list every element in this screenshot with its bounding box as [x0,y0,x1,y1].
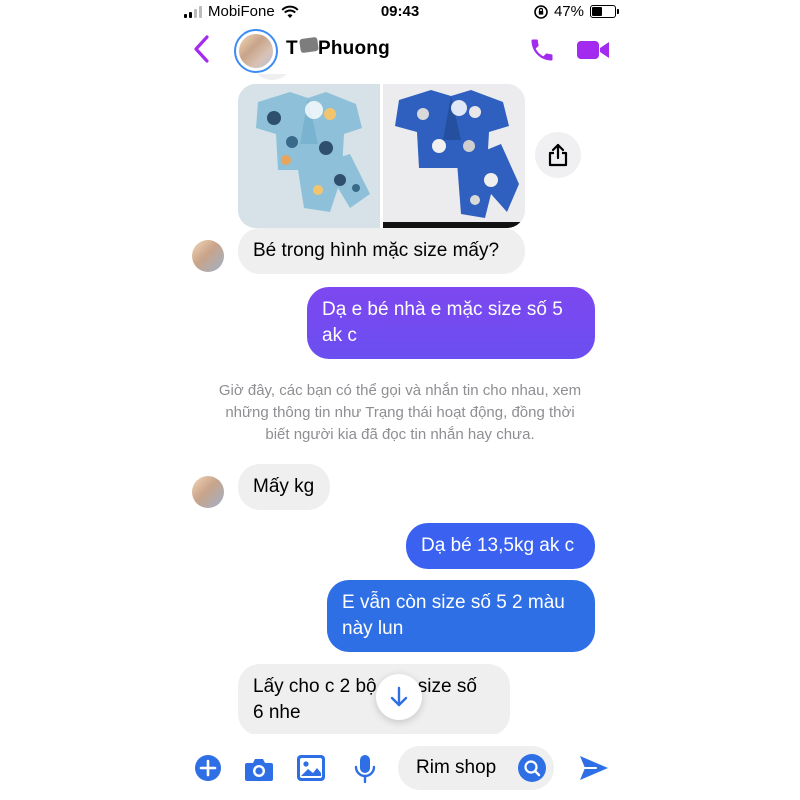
chevron-left-icon[interactable] [192,34,212,64]
message-text-line-2: ak c [322,325,357,346]
status-right: 47% [534,3,619,20]
message-bubble-outgoing[interactable]: E vẫn còn size số 5 2 màu này lun [327,580,595,652]
photo-light-blue-pajama[interactable] [238,84,380,228]
camera-icon[interactable] [244,756,274,782]
redaction-mark [299,36,319,54]
message-text-line-2: 6 nhe [253,702,301,723]
battery-icon [590,5,619,18]
system-notice: Giờ đây, các bạn có thể gọi và nhắn tin … [198,380,602,446]
contact-avatar-small [192,476,224,508]
scroll-to-bottom-button[interactable] [376,674,422,720]
system-notice-line-3: biết người kia đã đọc tin nhắn hay chưa. [265,426,535,443]
message-bubble-incoming[interactable]: Lấy cho c 2 bộ này size số 6 nhe [238,664,510,734]
message-text-line-1: Dạ e bé nhà e mặc size số 5 [322,299,563,320]
battery-percent: 47% [553,3,584,20]
message-bubble-incoming[interactable]: Mấy kg [238,464,330,510]
message-text-line-1: E vẫn còn size số 5 2 màu [342,592,565,613]
send-icon[interactable] [578,754,610,782]
arrow-down-icon [390,686,408,707]
contact-avatar-small [192,240,224,272]
image-message[interactable] [238,84,525,228]
message-bubble-outgoing[interactable]: Dạ e bé nhà e mặc size số 5 ak c [307,287,595,359]
message-text: Mấy kg [253,476,315,497]
system-notice-line-1: Giờ đây, các bạn có thể gọi và nhắn tin … [218,382,582,399]
contact-avatar[interactable] [234,29,278,73]
share-button[interactable] [535,132,581,178]
message-input[interactable]: Rim shop [398,746,554,790]
photo-dark-blue-pajama[interactable] [383,84,525,228]
message-composer: Rim shop [178,740,622,796]
message-text-line-2: này lun [342,618,404,639]
message-bubble-outgoing[interactable]: Dạ bé 13,5kg ak c [406,523,595,569]
image-icon[interactable] [296,754,326,782]
status-bar: MobiFone 09:43 47% [178,0,622,24]
message-text-line-1: Lấy cho c 2 bộ này size số [253,676,477,697]
message-input-value: Rim shop [416,757,497,778]
video-camera-icon[interactable] [576,38,610,62]
previous-message-fragment [250,74,294,80]
microphone-icon[interactable] [354,754,376,784]
system-notice-line-2: những thông tin như Trạng thái hoạt động… [225,404,575,421]
chat-header: T Phuong [178,26,622,74]
phone-icon[interactable] [528,36,556,64]
message-list[interactable]: Bé trong hình mặc size mấy? Dạ e bé nhà … [178,74,622,734]
message-bubble-incoming[interactable]: Bé trong hình mặc size mấy? [238,228,525,274]
pajama-light-illustration [238,84,380,228]
share-icon [548,143,568,167]
message-text: Bé trong hình mặc size mấy? [253,240,500,261]
plus-icon[interactable] [194,754,222,782]
orientation-lock-icon [534,4,548,19]
pajama-dark-illustration [383,84,525,228]
message-text: Dạ bé 13,5kg ak c [421,535,575,556]
emoji-button[interactable] [518,754,546,782]
emoji-icon [524,760,541,777]
